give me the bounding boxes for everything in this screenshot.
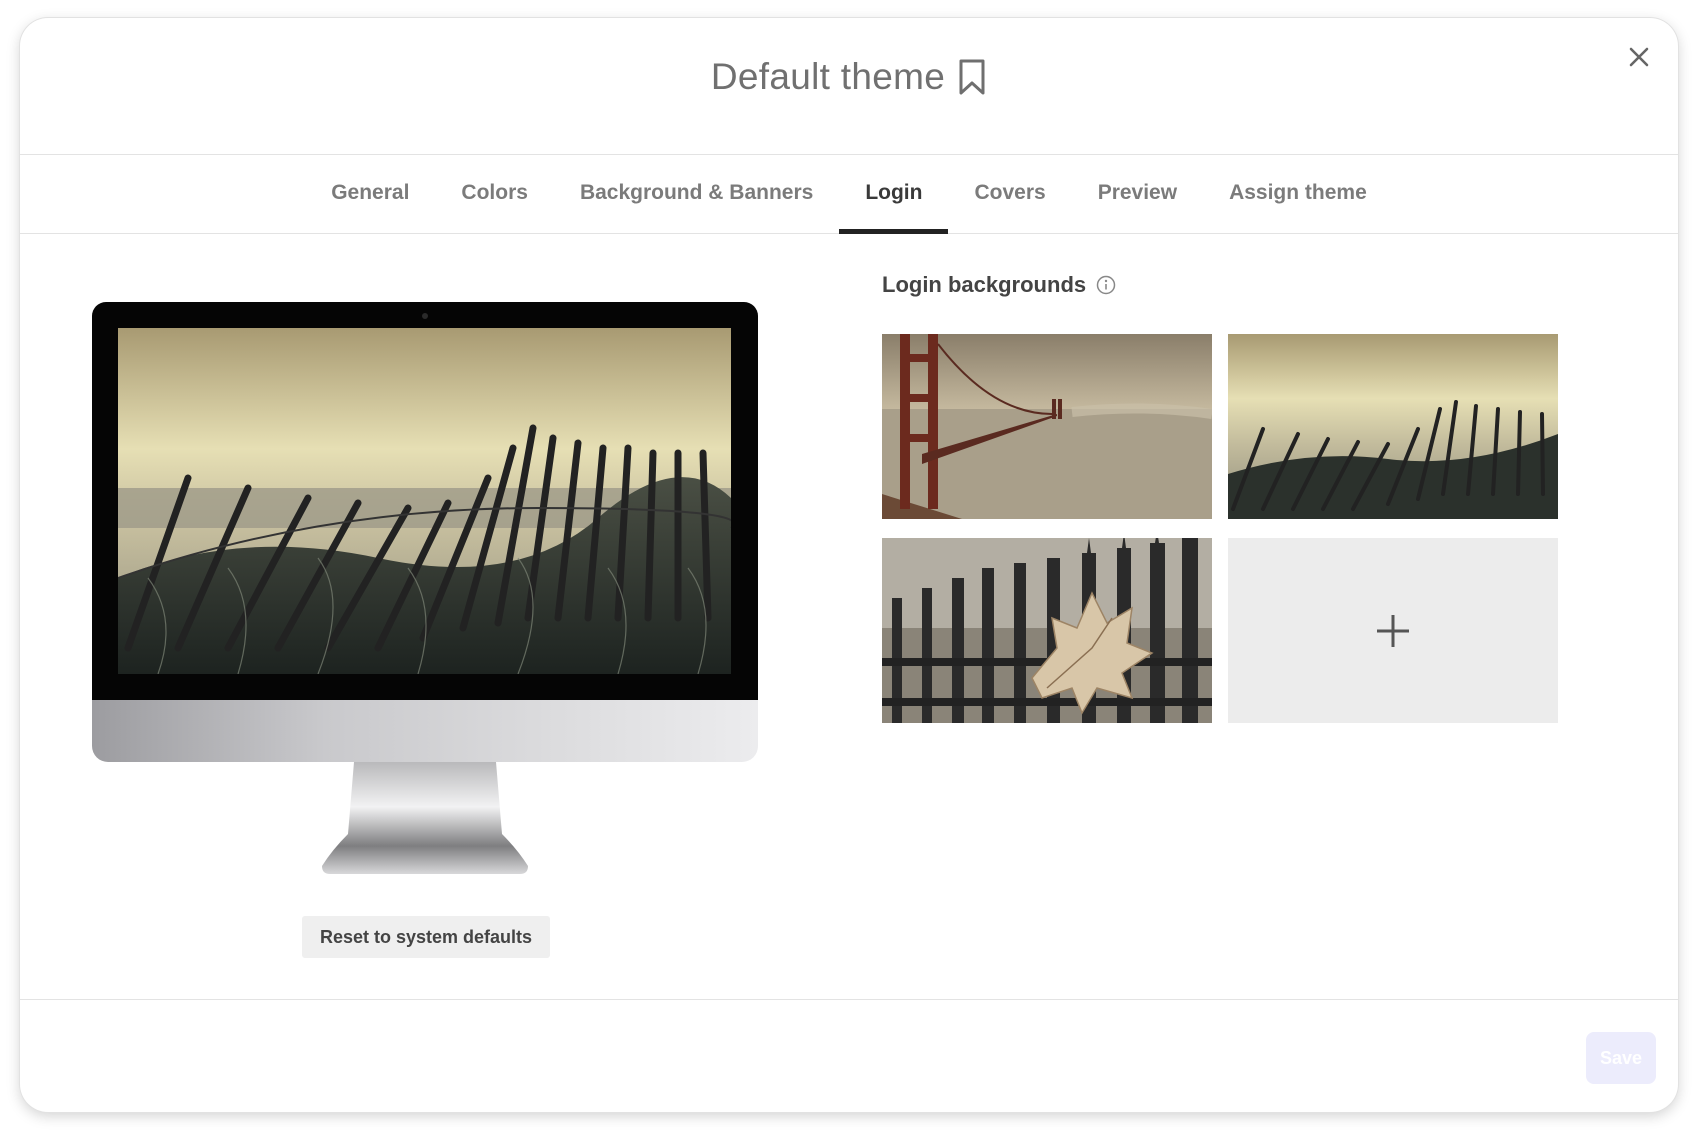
modal-header: Default theme <box>20 18 1678 154</box>
info-icon[interactable] <box>1096 275 1116 295</box>
close-button[interactable] <box>1622 40 1656 74</box>
title-wrap: Default theme <box>20 56 1678 98</box>
plus-icon <box>1377 614 1409 647</box>
camera-dot <box>422 313 428 319</box>
tab-bar: General Colors Background & Banners Logi… <box>20 154 1678 234</box>
section-title: Login backgrounds <box>882 272 1087 297</box>
save-button[interactable]: Save <box>1586 1032 1656 1084</box>
bookmark-icon[interactable] <box>957 58 987 96</box>
bridge-image <box>882 334 1212 519</box>
login-background-thumb-leaf[interactable] <box>882 538 1212 723</box>
tab-colors[interactable]: Colors <box>435 153 554 233</box>
modal-title: Default theme <box>710 56 946 97</box>
login-background-thumb-bridge[interactable] <box>882 334 1212 519</box>
monitor-preview <box>92 302 758 876</box>
theme-editor-modal: Default theme General Colors Background … <box>20 18 1678 1112</box>
login-background-thumb-beach-fence[interactable] <box>1228 334 1558 519</box>
leaf-fence-image <box>882 538 1212 723</box>
reset-to-defaults-button[interactable]: Reset to system defaults <box>302 916 550 958</box>
tab-preview[interactable]: Preview <box>1072 153 1203 233</box>
modal-footer: Save <box>20 999 1678 1112</box>
tab-covers[interactable]: Covers <box>948 153 1071 233</box>
tab-login[interactable]: Login <box>839 153 949 234</box>
close-icon <box>1629 47 1649 67</box>
beach-fence-image <box>1228 334 1558 519</box>
tab-background-banners[interactable]: Background & Banners <box>554 153 839 233</box>
login-backgrounds-heading: Login backgrounds <box>882 272 1116 298</box>
add-login-background-button[interactable] <box>1228 538 1558 723</box>
tab-assign-theme[interactable]: Assign theme <box>1203 153 1393 233</box>
tab-general[interactable]: General <box>305 153 435 233</box>
monitor-screen <box>118 328 731 674</box>
monitor-stand <box>322 762 528 874</box>
monitor-bezel <box>92 302 758 700</box>
preview-image-beach-fence <box>118 328 731 674</box>
monitor-chin <box>92 700 758 762</box>
